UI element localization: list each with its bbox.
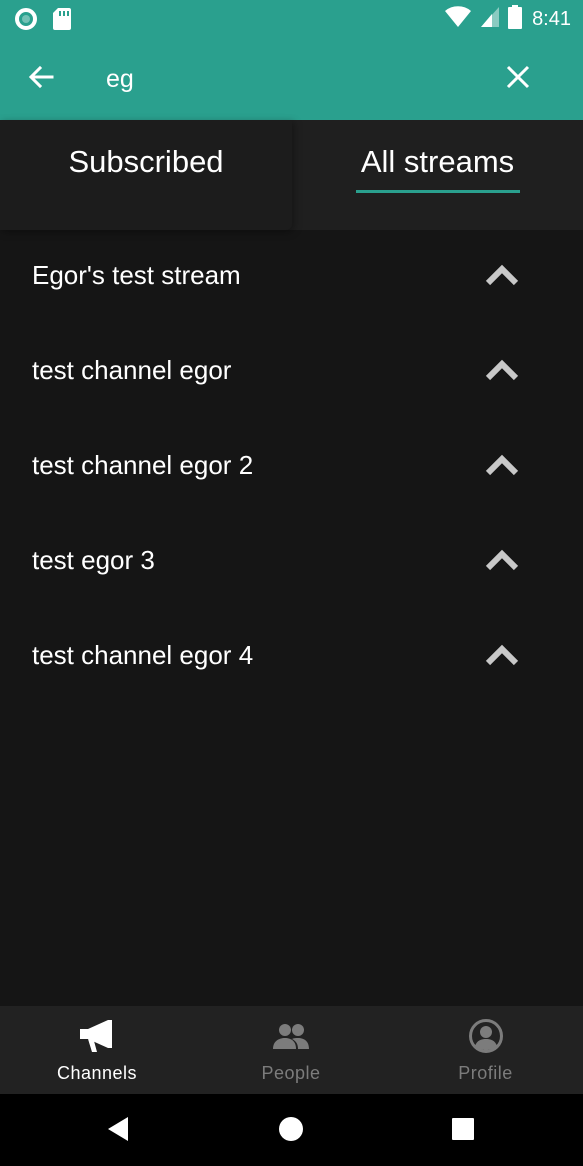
active-tab-indicator — [355, 190, 520, 193]
sd-card-icon — [52, 7, 72, 36]
search-toolbar — [0, 38, 583, 120]
stream-list-item[interactable]: test channel egor 4 — [0, 610, 583, 705]
chevron-up-icon — [485, 454, 519, 481]
expand-toggle-button[interactable] — [482, 450, 522, 484]
arrow-back-icon — [28, 64, 54, 95]
stream-list-item[interactable]: test channel egor — [0, 325, 583, 420]
people-icon — [272, 1018, 310, 1054]
battery-icon — [508, 4, 523, 34]
stream-list: Egor's test stream test channel egor tes… — [0, 230, 583, 705]
stream-list-item[interactable]: test channel egor 2 — [0, 420, 583, 515]
stream-name: test channel egor 2 — [32, 450, 254, 480]
nav-item-label: Channels — [56, 1063, 138, 1083]
tab-subscribed-label: Subscribed — [68, 144, 224, 179]
stream-name: test channel egor 4 — [32, 640, 254, 670]
back-button[interactable] — [22, 60, 60, 98]
system-navigation-bar — [0, 1094, 583, 1166]
megaphone-icon — [78, 1018, 116, 1054]
expand-toggle-button[interactable] — [482, 545, 522, 579]
expand-toggle-button[interactable] — [482, 640, 522, 674]
system-recents-button[interactable] — [446, 1114, 480, 1148]
stream-name: test egor 3 — [32, 545, 155, 575]
chevron-up-icon — [485, 644, 519, 671]
chevron-up-icon — [485, 359, 519, 386]
chevron-up-icon — [485, 264, 519, 291]
search-input[interactable] — [106, 58, 466, 100]
tab-all-streams-label: All streams — [360, 144, 515, 179]
tab-all-streams[interactable]: All streams — [292, 120, 583, 230]
bottom-navigation: Channels People Profile — [0, 1006, 583, 1094]
square-recents-icon — [451, 1117, 475, 1146]
nav-item-profile[interactable]: Profile — [388, 1006, 583, 1094]
wifi-icon — [444, 5, 472, 33]
close-icon — [506, 65, 530, 94]
tab-subscribed[interactable]: Subscribed — [0, 120, 292, 230]
expand-toggle-button[interactable] — [482, 260, 522, 294]
stream-name: Egor's test stream — [32, 260, 241, 290]
account-circle-icon — [468, 1018, 504, 1054]
stream-list-item[interactable]: test egor 3 — [0, 515, 583, 610]
status-bar: 8:41 — [0, 0, 583, 38]
cell-signal-icon — [480, 6, 500, 33]
status-right-icons: 8:41 — [444, 4, 571, 34]
tab-bar: Subscribed All streams — [0, 120, 583, 230]
circle-notification-icon — [14, 7, 38, 36]
nav-item-channels[interactable]: Channels — [0, 1006, 194, 1094]
nav-item-people[interactable]: People — [194, 1006, 388, 1094]
nav-item-label: Profile — [458, 1063, 513, 1083]
stream-list-item[interactable]: Egor's test stream — [0, 230, 583, 325]
expand-toggle-button[interactable] — [482, 355, 522, 389]
chevron-up-icon — [485, 549, 519, 576]
triangle-back-icon — [106, 1116, 130, 1147]
clear-search-button[interactable] — [499, 60, 537, 98]
system-back-button[interactable] — [101, 1114, 135, 1148]
stream-name: test channel egor — [32, 355, 232, 385]
circle-home-icon — [278, 1116, 304, 1147]
system-home-button[interactable] — [274, 1114, 308, 1148]
status-left-icons — [14, 7, 72, 36]
nav-item-label: People — [261, 1063, 321, 1083]
status-time: 8:41 — [532, 7, 571, 30]
